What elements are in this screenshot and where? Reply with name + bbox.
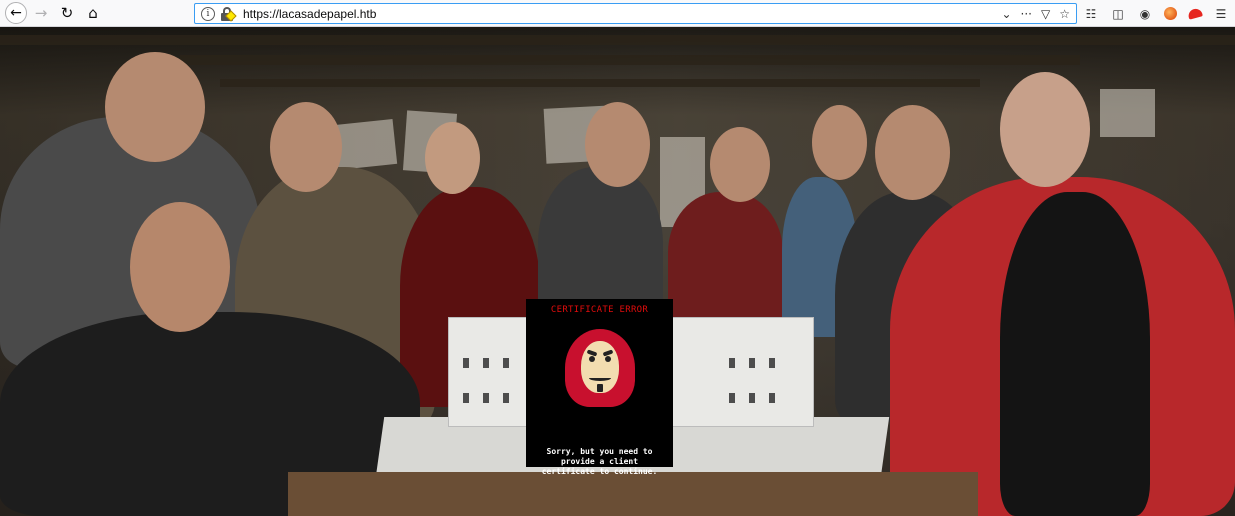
person-head	[585, 102, 650, 187]
person-head	[875, 105, 950, 200]
insecure-lock-icon[interactable]	[221, 6, 237, 22]
sidebar-icon[interactable]: ◫	[1110, 6, 1126, 22]
url-text[interactable]: https://lacasadepapel.htb	[243, 7, 376, 21]
ceiling-beam	[220, 79, 980, 87]
certificate-error-title: CERTIFICATE ERROR	[550, 305, 649, 315]
dali-mask-icon	[564, 329, 635, 407]
person-head	[130, 202, 230, 332]
back-arrow-icon[interactable]: ←	[5, 2, 27, 24]
extension-icon[interactable]	[1164, 7, 1177, 20]
person-head	[425, 122, 480, 194]
info-icon[interactable]: i	[201, 6, 215, 21]
more-dots-icon[interactable]: ···	[1021, 4, 1032, 23]
certificate-error-message: Sorry, but you need to provide a client …	[541, 447, 658, 476]
chevron-down-icon[interactable]: ⌄	[1001, 4, 1011, 23]
person-silhouette	[668, 192, 783, 327]
library-icon[interactable]: ☷	[1083, 6, 1099, 22]
ceiling-beam	[0, 35, 1235, 45]
reload-icon[interactable]: ↻	[55, 1, 79, 25]
wall-paper	[332, 118, 398, 171]
extension-icon[interactable]	[1187, 7, 1203, 20]
certificate-error-card: CERTIFICATE ERROR Sorry, but you need to…	[526, 299, 673, 476]
browser-toolbar: ← → ↻ ⌂ i https://lacasadepapel.htb ⌄ ··…	[0, 0, 1235, 27]
home-icon[interactable]: ⌂	[81, 1, 105, 25]
extension-icon[interactable]: ◉	[1137, 6, 1153, 22]
pocket-icon[interactable]: ▽	[1041, 4, 1050, 23]
hamburger-menu-icon[interactable]: ☰	[1213, 6, 1229, 22]
person-head	[105, 52, 205, 162]
person-head	[710, 127, 770, 202]
person-head	[1000, 72, 1090, 187]
url-bar[interactable]: i https://lacasadepapel.htb ⌄ ··· ▽ ☆	[194, 3, 1077, 24]
forward-arrow-icon[interactable]: →	[29, 1, 53, 25]
wall-paper	[1100, 89, 1155, 137]
star-icon[interactable]: ☆	[1059, 4, 1070, 23]
person-silhouette	[1000, 192, 1150, 516]
wooden-box	[288, 472, 978, 516]
ceiling-beam	[180, 55, 1080, 65]
person-head	[270, 102, 342, 192]
person-head	[812, 105, 867, 180]
